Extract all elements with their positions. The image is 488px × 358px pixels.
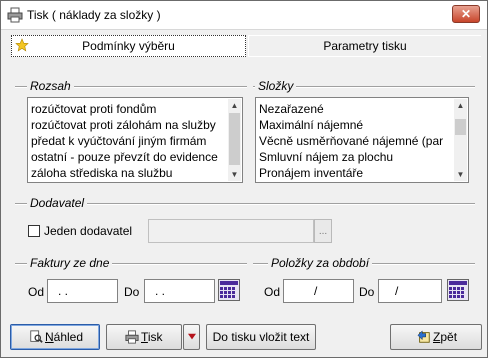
scroll-thumb[interactable]	[229, 113, 240, 165]
scroll-thumb[interactable]	[455, 119, 466, 135]
faktury-od-date-input[interactable]: . .	[47, 279, 118, 303]
vlozit-text-button[interactable]: Do tisku vložit text	[206, 324, 316, 350]
faktury-do-label: Do	[124, 285, 140, 299]
zpet-button[interactable]: Zpět	[390, 324, 482, 350]
tisk-accel: T	[141, 330, 148, 344]
print-dialog-window: Tisk ( náklady za složky ) ✕ Podmínky vý…	[0, 0, 488, 358]
nahled-accel: N	[45, 330, 54, 344]
list-item[interactable]: Věcně usměrňované nájemné (par	[259, 134, 443, 148]
tisk-button[interactable]: Tisk	[106, 324, 182, 350]
calendar-icon[interactable]	[447, 279, 469, 301]
rozsah-listbox[interactable]: rozúčtovat proti fondům rozúčtovat proti…	[27, 97, 243, 183]
back-icon	[417, 330, 430, 343]
slozky-scrollbar[interactable]: ▲ ▼	[454, 99, 467, 181]
list-item[interactable]: ostatní - pouze převzít do evidence	[31, 150, 218, 164]
printer-icon	[7, 7, 23, 23]
tisk-dropdown-button[interactable]	[183, 324, 200, 350]
list-item[interactable]: Nezařazené	[259, 102, 324, 116]
tab-label: Podmínky výběru	[82, 39, 175, 53]
title-bar: Tisk ( náklady za složky ) ✕	[1, 1, 487, 30]
polozky-od-label: Od	[264, 285, 281, 299]
slozky-listbox[interactable]: Nezařazené Maximální nájemné Věcně usměr…	[255, 97, 469, 183]
chevron-down-icon	[188, 333, 196, 340]
tisk-label: isk	[147, 330, 163, 344]
polozky-od-input[interactable]: /	[283, 279, 354, 303]
list-item[interactable]: rozúčtovat proti zálohám na služby	[31, 118, 216, 132]
tab-label: Parametry tisku	[323, 39, 407, 53]
tab-podminky-vyberu[interactable]: Podmínky výběru	[11, 35, 246, 57]
scroll-down-icon[interactable]: ▼	[228, 168, 241, 181]
scroll-up-icon[interactable]: ▲	[454, 99, 467, 112]
faktury-do-date-input[interactable]: . .	[144, 279, 215, 303]
zpet-label: pět	[440, 330, 458, 344]
tab-parametry-tisku[interactable]: Parametry tisku	[248, 35, 481, 57]
list-item[interactable]: rozúčtovat proti fondům	[31, 102, 156, 116]
nahled-label: áhled	[53, 330, 84, 344]
dodavatel-field[interactable]	[148, 219, 314, 243]
list-item[interactable]: Maximální nájemné	[259, 118, 363, 132]
star-icon	[15, 38, 29, 52]
printer-icon	[125, 330, 139, 344]
slozky-label: Složky	[255, 79, 297, 93]
close-button[interactable]: ✕	[452, 5, 480, 23]
list-item[interactable]: záloha střediska na službu	[31, 166, 172, 180]
scroll-down-icon[interactable]: ▼	[454, 168, 467, 181]
scroll-up-icon[interactable]: ▲	[228, 99, 241, 112]
polozky-label: Položky za období	[268, 256, 373, 270]
nahled-button[interactable]: Náhled	[10, 324, 100, 350]
list-item[interactable]: Smluvní nájem za plochu	[259, 150, 393, 164]
polozky-do-input[interactable]: /	[378, 279, 442, 303]
rozsah-label: Rozsah	[27, 79, 74, 93]
list-item[interactable]: předat k vyúčtování jiným firmám	[31, 134, 206, 148]
preview-icon	[30, 330, 43, 343]
window-title: Tisk ( náklady za složky )	[27, 8, 161, 22]
polozky-do-label: Do	[359, 285, 375, 299]
dodavatel-browse-button[interactable]: ...	[314, 219, 332, 243]
calendar-icon[interactable]	[218, 279, 240, 301]
jeden-dodavatel-label[interactable]: Jeden dodavatel	[44, 224, 132, 238]
jeden-dodavatel-checkbox[interactable]	[28, 225, 40, 237]
faktury-od-label: Od	[28, 285, 45, 299]
faktury-label: Faktury ze dne	[27, 256, 113, 270]
list-item[interactable]: Pronájem inventáře	[259, 166, 363, 180]
dodavatel-label: Dodavatel	[27, 196, 88, 210]
rozsah-scrollbar[interactable]: ▲ ▼	[228, 99, 241, 181]
